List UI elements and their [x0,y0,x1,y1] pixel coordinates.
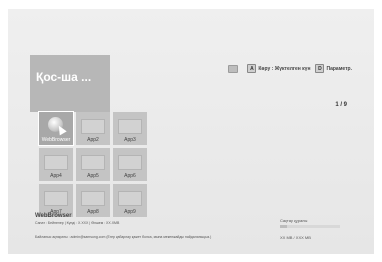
page-title: Қос-ша ... [36,70,92,84]
app-label: App8 [87,209,99,215]
app-label: App5 [87,173,99,179]
storage-label: Сақтау құралы [280,218,308,223]
options-hint[interactable]: Параметр. [326,66,352,72]
selected-app-meta: Санат : Бейнелер | Күнді : X.XXX | Өлшем… [35,221,120,225]
selected-app-name: WebBrowser [35,213,72,219]
title-panel: Қос-ша ... [30,55,110,107]
app-tile-app4[interactable]: App4 [39,148,73,181]
storage-bar [280,225,340,228]
app-thumbnail-icon [44,191,68,206]
app-tile-app8[interactable]: App8 [76,184,110,217]
app-thumbnail-icon [44,155,68,170]
page-indicator: 1 / 9 [335,102,347,108]
d-key-icon: D [315,64,325,73]
storage-value: XX MB / XXX MB [280,235,311,240]
app-label: App9 [124,209,136,215]
camera-icon [228,64,239,73]
storage-bar-fill [280,225,288,228]
app-thumbnail-icon [118,191,142,206]
hint-bar: A Көру : Жүктелген күн D Параметр. [228,64,352,73]
pointer-cursor-icon [55,123,67,136]
app-thumbnail-icon [118,155,142,170]
app-tile-app2[interactable]: App2 [76,112,110,145]
sort-hint[interactable]: Көру : Жүктелген күн [258,66,310,72]
app-thumbnail-icon [81,155,105,170]
app-label: WebBrowser [41,137,71,143]
app-thumbnail-icon [81,119,105,134]
app-tile-app6[interactable]: App6 [113,148,147,181]
app-thumbnail-icon [81,191,105,206]
app-tile-app3[interactable]: App3 [113,112,147,145]
app-tile-app9[interactable]: App9 [113,184,147,217]
app-tile-webbrowser[interactable]: WebBrowser [38,111,74,146]
app-tile-app5[interactable]: App5 [76,148,110,181]
app-label: App6 [124,173,136,179]
app-thumbnail-icon [118,119,142,134]
a-key-icon: A [247,64,257,73]
app-label: App4 [50,173,62,179]
app-label: App2 [87,137,99,143]
app-label: App3 [124,137,136,143]
selected-app-contact: Байланыс ақпараты : admin@samsung.com (Е… [35,235,212,239]
